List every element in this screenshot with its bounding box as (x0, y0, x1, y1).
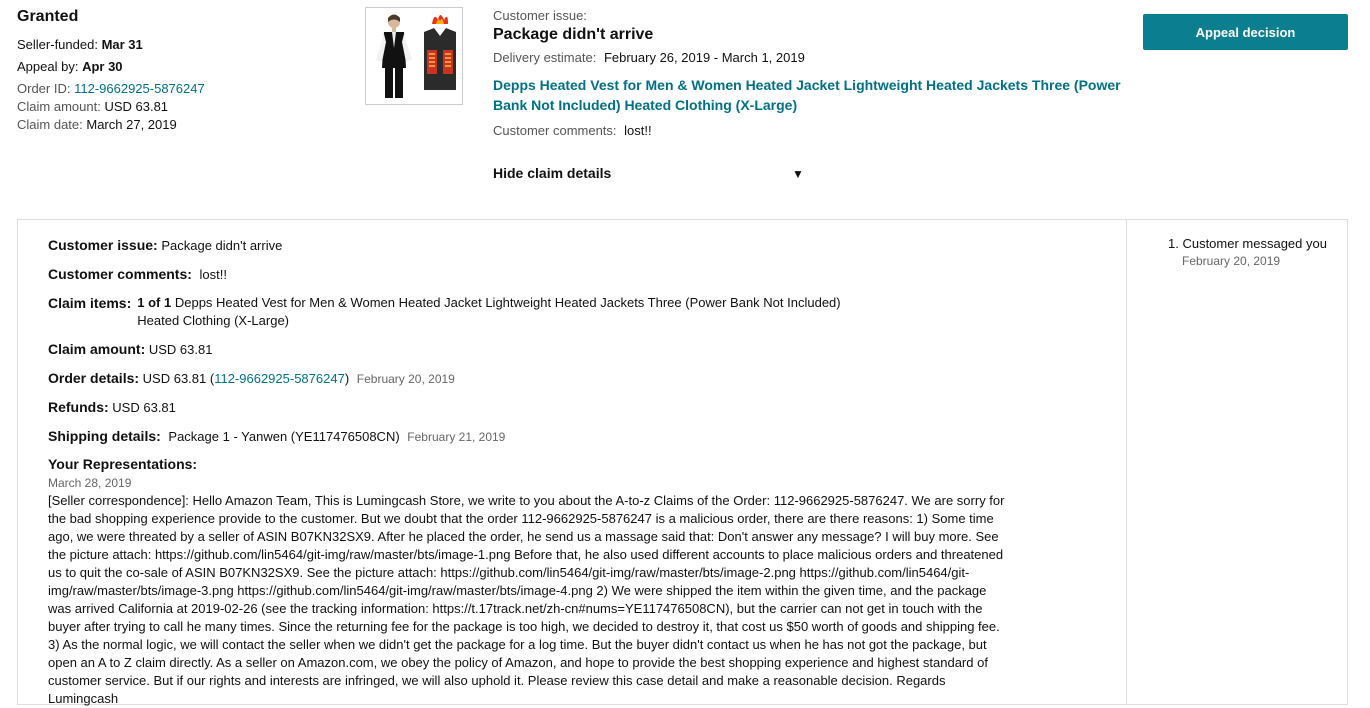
detail-refunds-label: Refunds: (48, 399, 109, 415)
customer-issue-label: Customer issue: (493, 8, 587, 23)
detail-representations: Your Representations: March 28, 2019 [Se… (48, 456, 1013, 708)
detail-refunds: Refunds: USD 63.81 (48, 398, 1013, 417)
detail-items-value: 1 of 1 Depps Heated Vest for Men & Women… (137, 294, 840, 330)
detail-refunds-value: USD 63.81 (112, 400, 176, 415)
detail-rep-label: Your Representations: (48, 456, 198, 472)
detail-order-label: Order details: (48, 370, 140, 386)
claim-timeline: 1. Customer messaged you February 20, 20… (1168, 236, 1327, 268)
claim-status: Granted (17, 8, 79, 25)
detail-order-close: ) (344, 371, 350, 386)
claim-date-row: Claim date: March 27, 2019 (17, 116, 205, 134)
delivery-estimate-row: Delivery estimate: February 26, 2019 - M… (493, 50, 1123, 65)
delivery-estimate-value: February 26, 2019 - March 1, 2019 (603, 50, 805, 65)
appeal-by-label: Appeal by: (17, 59, 79, 74)
detail-shipping-date: February 21, 2019 (407, 430, 506, 444)
order-id-label: Order ID: (17, 81, 71, 96)
detail-items-label: Claim items: (48, 295, 132, 311)
detail-order-date: February 20, 2019 (356, 372, 455, 386)
customer-comments-value: lost!! (624, 123, 652, 138)
seller-funded-label: Seller-funded: (17, 37, 98, 52)
claim-amount-label: Claim amount: (17, 99, 101, 114)
detail-customer-issue: Customer issue: Package didn't arrive (48, 236, 1013, 255)
claim-amount-value: USD 63.81 (104, 99, 169, 114)
appeal-by-value: Apr 30 (82, 59, 123, 74)
detail-rep-text: [Seller correspondence]: Hello Amazon Te… (48, 493, 1005, 706)
claim-header: Customer issue: Package didn't arrive De… (493, 8, 1123, 138)
detail-issue-value: Package didn't arrive (161, 238, 283, 253)
appeal-decision-button[interactable]: Appeal decision (1143, 14, 1348, 50)
detail-order-amount: USD 63.81 ( (142, 371, 215, 386)
order-id-link[interactable]: 112-9662925-5876247 (74, 81, 205, 96)
claim-amount-row: Claim amount: USD 63.81 (17, 98, 205, 116)
detail-amount-value: USD 63.81 (148, 342, 213, 357)
detail-comments-label: Customer comments: (48, 266, 192, 282)
detail-items-count: 1 of 1 (137, 295, 172, 310)
detail-comments-value: lost!! (199, 267, 228, 282)
detail-items-line1: Depps Heated Vest for Men & Women Heated… (174, 295, 841, 310)
detail-order-details: Order details: USD 63.81 (112-9662925-58… (48, 369, 1013, 388)
hide-claim-details-toggle[interactable]: Hide claim details (493, 165, 611, 181)
detail-items-line2: Heated Clothing (X-Large) (137, 313, 289, 328)
detail-order-id-link[interactable]: 112-9662925-5876247 (214, 371, 345, 386)
timeline-item-date: February 20, 2019 (1182, 254, 1281, 268)
product-thumbnail[interactable] (365, 7, 463, 105)
customer-issue-value: Package didn't arrive (493, 26, 654, 43)
claim-date-label: Claim date: (17, 117, 83, 132)
detail-claim-items: Claim items: 1 of 1 Depps Heated Vest fo… (48, 294, 1013, 330)
detail-issue-label: Customer issue: (48, 237, 158, 253)
seller-funded-value: Mar 31 (101, 37, 143, 52)
detail-amount-label: Claim amount: (48, 341, 146, 357)
detail-rep-date: March 28, 2019 (48, 476, 132, 490)
order-id-row: Order ID: 112-9662925-5876247 (17, 80, 205, 98)
claim-details-panel: Customer issue: Package didn't arrive Cu… (17, 219, 1348, 708)
product-title-link[interactable]: Depps Heated Vest for Men & Women Heated… (493, 75, 1123, 115)
detail-shipping-label: Shipping details: (48, 428, 161, 444)
delivery-estimate-label: Delivery estimate: (493, 50, 597, 65)
timeline-item-label: 1. Customer messaged you (1168, 236, 1327, 251)
heated-vest-image (376, 14, 456, 98)
caret-down-icon[interactable]: ▼ (792, 167, 804, 181)
customer-comments-label: Customer comments: (493, 123, 617, 138)
seller-funded-row: Seller-funded: Mar 31 (17, 36, 205, 54)
detail-shipping: Shipping details: Package 1 - Yanwen (YE… (48, 427, 1013, 446)
claim-summary: Granted Seller-funded: Mar 31 Appeal by:… (17, 8, 205, 134)
appeal-by-row: Appeal by: Apr 30 (17, 58, 205, 76)
claim-details: Customer issue: Package didn't arrive Cu… (48, 236, 1013, 708)
claim-date-value: March 27, 2019 (86, 117, 177, 132)
detail-customer-comments: Customer comments: lost!! (48, 265, 1013, 284)
detail-shipping-value: Package 1 - Yanwen (YE117476508CN) (168, 429, 400, 444)
detail-claim-amount: Claim amount: USD 63.81 (48, 340, 1013, 359)
customer-comments-row: Customer comments: lost!! (493, 123, 1123, 138)
panel-divider (1126, 220, 1127, 704)
